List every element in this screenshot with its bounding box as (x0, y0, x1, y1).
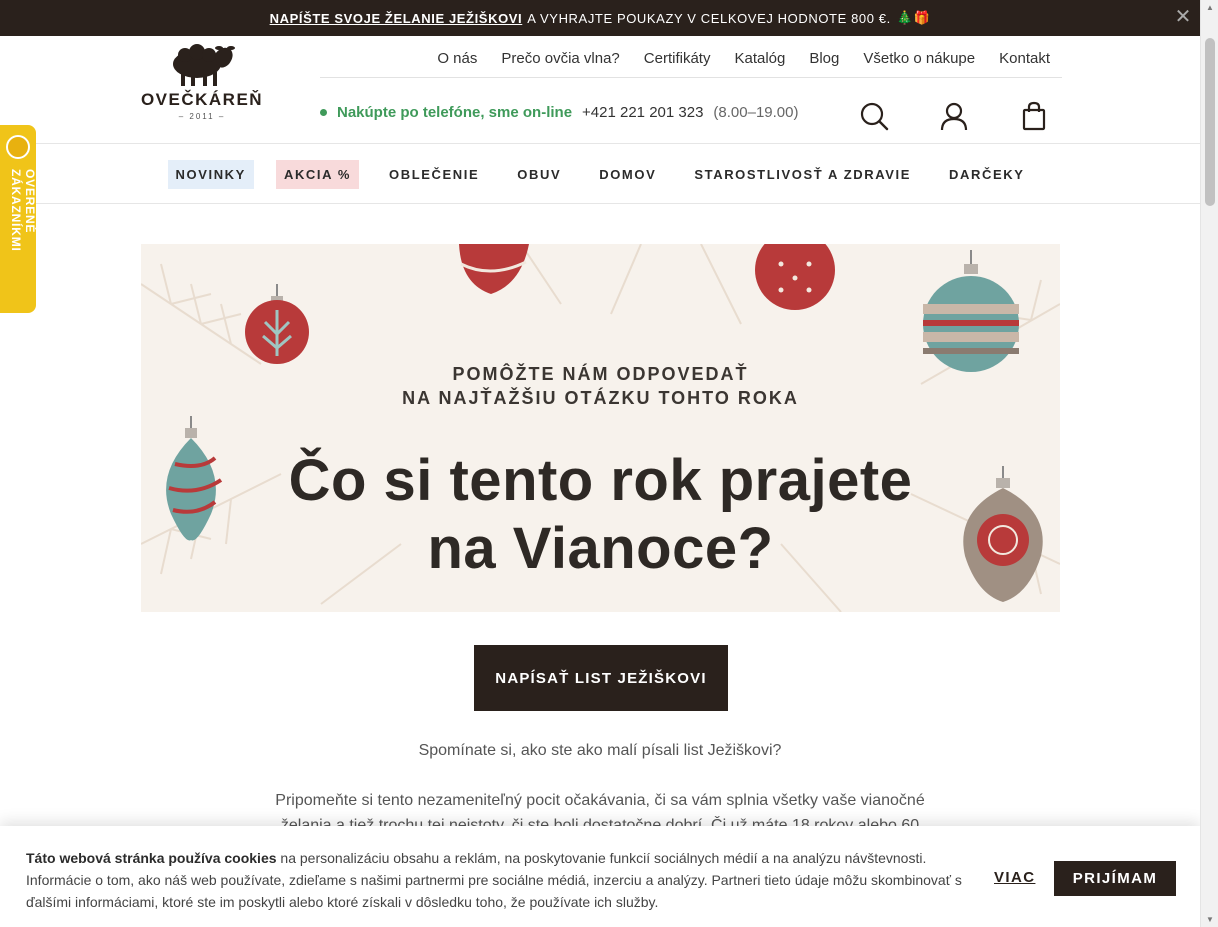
category-care-health[interactable]: STAROSTLIVOSŤ A ZDRAVIE (686, 160, 919, 189)
user-icon (940, 102, 968, 131)
nav-link-blog[interactable]: Blog (809, 50, 839, 67)
cookie-text: Táto webová stránka používa cookies na p… (26, 847, 971, 913)
announcement-bar: NAPÍŠTE SVOJE ŽELANIE JEŽIŠKOVI A VYHRAJ… (0, 0, 1200, 36)
banner-kicker-line1: POMÔŽTE NÁM ODPOVEDAŤ (452, 364, 749, 384)
category-divider (0, 203, 1200, 204)
category-navigation: NOVINKY AKCIA % OBLEČENIE OBUV DOMOV STA… (0, 144, 1200, 204)
category-gifts[interactable]: DARČEKY (941, 160, 1032, 189)
cart-button[interactable] (1018, 100, 1050, 132)
banner-headline-line1: Čo si tento rok prajete (288, 448, 913, 513)
nav-link-contact[interactable]: Kontakt (999, 50, 1050, 67)
page-scrollbar[interactable]: ▲ ▼ (1200, 0, 1218, 927)
nav-link-why-wool[interactable]: Prečo ovčia vlna? (501, 50, 619, 67)
phone-number[interactable]: +421 221 201 323 (582, 104, 703, 121)
sheep-logo-icon (173, 44, 235, 86)
announcement-link[interactable]: NAPÍŠTE SVOJE ŽELANIE JEŽIŠKOVI (270, 11, 523, 26)
banner-headline-line2: na Vianoce? (427, 516, 774, 581)
announcement-text: A VYHRAJTE POUKAZY V CELKOVEJ HODNOTE 80… (527, 10, 891, 26)
verified-seal-icon (6, 135, 30, 159)
nav-link-about[interactable]: O nás (437, 50, 477, 67)
cookie-more-link[interactable]: VIAC (994, 869, 1035, 886)
account-button[interactable] (938, 100, 970, 132)
logo-year: – 2011 – (178, 112, 226, 121)
scroll-up-arrow-icon[interactable]: ▲ (1206, 3, 1214, 12)
search-button[interactable] (858, 100, 890, 132)
verified-badge-text: OVERENÉ ZÁKAZNÍKMI (9, 169, 37, 252)
intro-question: Spomínate si, ako ste ako malí písali li… (418, 742, 782, 759)
search-icon (860, 102, 889, 131)
gift-tree-emoji: 🎄🎁 (896, 10, 931, 25)
nav-link-shopping-info[interactable]: Všetko o nákupe (863, 50, 975, 67)
cookie-text-bold: Táto webová stránka používa cookies (26, 850, 277, 866)
close-announcement-icon[interactable]: ✕ (1175, 7, 1192, 27)
scroll-down-arrow-icon[interactable]: ▼ (1206, 915, 1214, 924)
category-shoes[interactable]: OBUV (509, 160, 569, 189)
cookie-accept-button[interactable]: PRIJÍMAM (1054, 861, 1176, 896)
online-text: Nakúpte po telefóne, sme on-line (337, 103, 573, 121)
category-new[interactable]: NOVINKY (167, 159, 254, 189)
category-home[interactable]: DOMOV (591, 160, 664, 189)
write-letter-button[interactable]: NAPÍSAŤ LIST JEŽIŠKOVI (474, 645, 728, 711)
scrollbar-thumb[interactable] (1205, 38, 1215, 206)
category-clothing[interactable]: OBLEČENIE (381, 160, 487, 189)
nav-link-certificates[interactable]: Certifikáty (644, 50, 711, 67)
site-logo[interactable]: OVEČKÁREŇ – 2011 – (140, 40, 264, 140)
verified-customers-badge[interactable]: OVERENÉ ZÁKAZNÍKMI (0, 125, 37, 313)
nav-link-catalog[interactable]: Katalóg (734, 50, 785, 67)
category-sale[interactable]: AKCIA % (275, 159, 360, 189)
cart-icon (1022, 101, 1046, 131)
logo-name: OVEČKÁREŇ (140, 90, 264, 109)
christmas-banner[interactable]: POMÔŽTE NÁM ODPOVEDAŤ NA NAJŤAŽŠIU OTÁZK… (141, 244, 1060, 612)
top-navigation: O nás Prečo ovčia vlna? Certifikáty Kata… (320, 40, 1062, 78)
opening-hours: (8.00–19.00) (713, 103, 799, 121)
banner-kicker-line2: NA NAJŤAŽŠIU OTÁZKU TOHTO ROKA (402, 388, 799, 408)
cookie-consent-bar: Táto webová stránka používa cookies na p… (0, 826, 1200, 927)
online-status-dot (320, 108, 327, 116)
phone-order-info: Nakúpte po telefóne, sme on-line +421 22… (320, 100, 799, 124)
